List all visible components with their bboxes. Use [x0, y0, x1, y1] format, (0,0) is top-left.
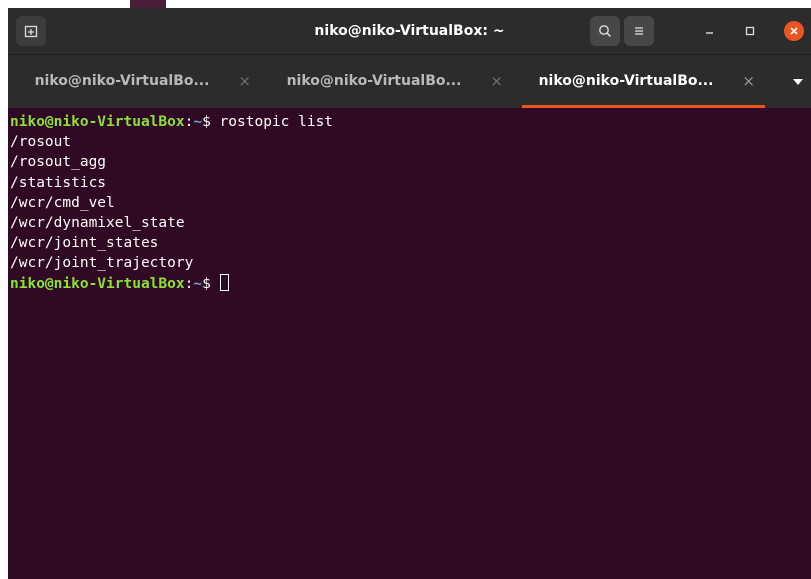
text-cursor — [219, 273, 229, 291]
prompt-symbol: $ — [202, 275, 211, 292]
search-button[interactable] — [590, 16, 620, 46]
maximize-button[interactable] — [740, 21, 760, 41]
window-title: niko@niko-VirtualBox: ~ — [314, 23, 505, 39]
minimize-button[interactable] — [700, 21, 720, 41]
menu-button[interactable] — [624, 16, 654, 46]
title-bar: niko@niko-VirtualBox: ~ — [8, 8, 811, 54]
desktop-background-strip — [0, 0, 811, 8]
current-prompt-line: niko@niko-VirtualBox:~$ — [10, 273, 811, 294]
output-line: /wcr/dynamixel_state — [10, 214, 185, 231]
prompt-symbol: $ — [202, 114, 211, 130]
output-line: /wcr/cmd_vel — [10, 194, 115, 211]
tab-3-active[interactable]: niko@niko-VirtualBo... × — [516, 55, 771, 108]
output-line: /wcr/joint_states — [10, 235, 159, 252]
command-text: rostopic list — [219, 114, 334, 130]
close-icon — [790, 27, 798, 35]
terminal-output[interactable]: niko@niko-VirtualBox:~$ rostopic list /r… — [8, 108, 811, 579]
prompt-user: niko@niko-VirtualBox — [10, 114, 185, 130]
tab-close-icon[interactable]: × — [490, 55, 503, 108]
close-window-button[interactable] — [784, 21, 804, 41]
maximize-icon — [745, 26, 755, 36]
tab-list-button[interactable] — [786, 55, 810, 108]
search-icon — [599, 25, 612, 38]
tab-label: niko@niko-VirtualBo... — [286, 73, 462, 89]
output-line: /rosout — [10, 134, 72, 151]
output-line: /rosout_agg — [10, 154, 107, 171]
command-line: niko@niko-VirtualBox:~$ rostopic list — [10, 112, 811, 132]
chevron-down-icon — [793, 78, 803, 85]
output-line: /wcr/joint_trajectory — [10, 255, 194, 272]
tab-close-icon[interactable]: × — [742, 55, 755, 108]
prompt-user: niko@niko-VirtualBox — [10, 275, 185, 292]
prompt-path: ~ — [193, 114, 203, 130]
tab-1[interactable]: niko@niko-VirtualBo... × — [12, 55, 267, 108]
tab-bar: niko@niko-VirtualBo... × niko@niko-Virtu… — [8, 54, 811, 108]
minimize-icon — [706, 32, 713, 34]
prompt-path: ~ — [193, 275, 203, 292]
output-line: /statistics — [10, 174, 107, 191]
terminal-window: niko@niko-VirtualBox: ~ niko@niko-Virtua… — [8, 8, 811, 579]
background-window-edge — [130, 0, 166, 8]
tab-label: niko@niko-VirtualBo... — [34, 73, 210, 89]
tab-close-icon[interactable]: × — [238, 55, 251, 108]
tab-2[interactable]: niko@niko-VirtualBo... × — [264, 55, 519, 108]
hamburger-menu-icon — [635, 27, 643, 35]
tab-label: niko@niko-VirtualBo... — [538, 73, 714, 89]
